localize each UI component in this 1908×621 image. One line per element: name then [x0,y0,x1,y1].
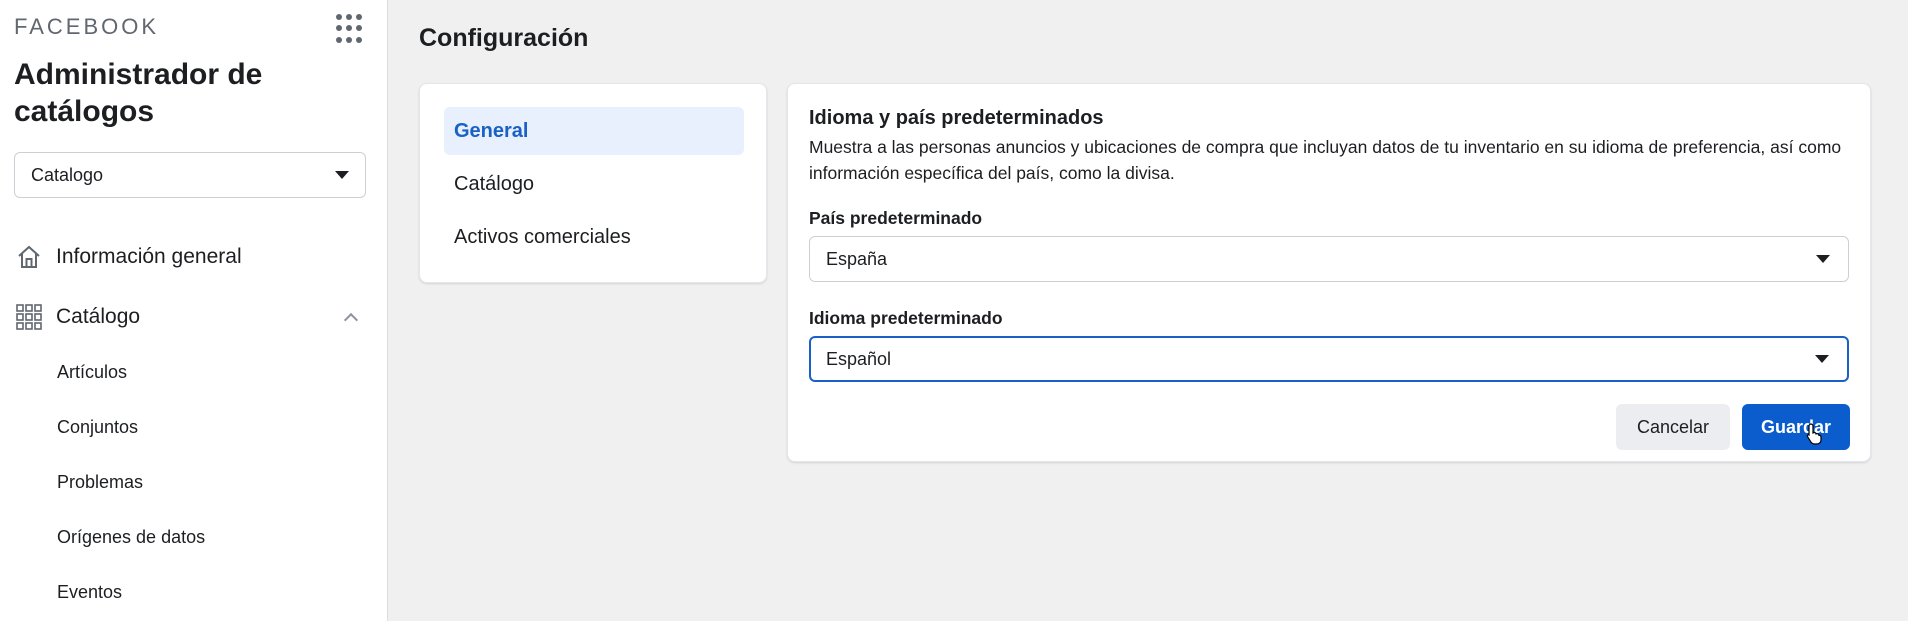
language-select-value: Español [826,348,892,369]
language-country-card: Idioma y país predeterminados Muestra a … [787,83,1871,462]
nav-item-overview[interactable]: Información general [16,237,366,277]
save-button[interactable]: Guardar [1742,404,1850,450]
tab-catalog[interactable]: Catálogo [444,160,744,208]
app-title: Administrador de catálogos [14,58,263,128]
country-select-value: España [826,248,888,269]
language-select[interactable]: Español [809,336,1849,382]
caret-down-icon [335,171,349,179]
sidebar: FACEBOOK Administrador de catálogos Cata… [0,0,388,621]
language-label: Idioma predeterminado [809,308,1003,328]
section-title: Idioma y país predeterminados [809,107,1104,129]
tab-business-assets[interactable]: Activos comerciales [444,213,744,261]
catalog-selector-value: Catalogo [31,164,104,185]
subitem-articles[interactable]: Artículos [57,362,127,383]
caret-down-icon [1816,255,1830,263]
settings-tabs: General Catálogo Activos comerciales [419,83,767,283]
cancel-button[interactable]: Cancelar [1616,404,1730,450]
facebook-logo: FACEBOOK [14,14,160,39]
subitem-data-sources[interactable]: Orígenes de datos [57,527,205,548]
nav-item-catalog[interactable]: Catálogo [16,297,366,337]
country-select[interactable]: España [809,236,1849,282]
subitem-sets[interactable]: Conjuntos [57,417,138,438]
chevron-up-icon[interactable] [343,312,359,328]
home-icon [18,245,40,268]
grid-icon [16,304,42,330]
caret-down-icon [1815,355,1829,363]
subitem-events[interactable]: Eventos [57,582,122,603]
nav-item-overview-label: Información general [56,245,242,268]
page-title: Configuración [419,24,589,52]
country-label: País predeterminado [809,208,983,228]
tab-general[interactable]: General [444,107,744,155]
catalog-selector[interactable]: Catalogo [14,152,366,198]
grid-dots-icon[interactable] [336,14,366,44]
nav-item-catalog-label: Catálogo [56,305,141,328]
section-description: Muestra a las personas anuncios y ubicac… [809,137,1842,183]
subitem-issues[interactable]: Problemas [57,472,143,493]
